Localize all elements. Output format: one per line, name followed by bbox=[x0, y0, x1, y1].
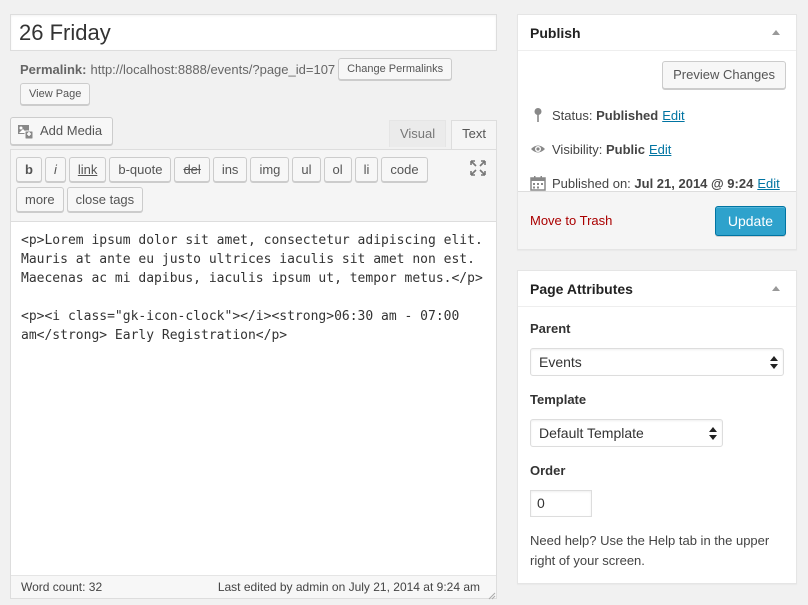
qt-ins-button[interactable]: ins bbox=[212, 157, 248, 182]
parent-select-value: Events bbox=[539, 354, 582, 370]
add-media-label: Add Media bbox=[40, 123, 103, 138]
qt-blockquote-button[interactable]: b-quote bbox=[109, 157, 172, 182]
qt-bold-button[interactable]: b bbox=[16, 157, 42, 182]
qt-code-button[interactable]: code bbox=[381, 157, 428, 182]
permalink-row: Permalink: http://localhost:8888/events/… bbox=[10, 57, 497, 81]
add-media-icon bbox=[17, 123, 35, 140]
update-button[interactable]: Update bbox=[714, 205, 786, 236]
change-permalinks-button[interactable]: Change Permalinks bbox=[338, 58, 453, 80]
tab-visual[interactable]: Visual bbox=[388, 120, 447, 147]
page-attributes-box: Page Attributes Parent Events Template D… bbox=[517, 270, 797, 584]
editor-status-bar: Word count: 32 Last edited by admin on J… bbox=[11, 575, 496, 598]
move-to-trash-link[interactable]: Move to Trash bbox=[530, 213, 612, 228]
permalink-url[interactable]: http://localhost:8888/events/?page_id=10… bbox=[90, 62, 335, 77]
qt-del-button[interactable]: del bbox=[174, 157, 210, 182]
sidebar: Publish Preview Changes Status: Publishe… bbox=[517, 14, 797, 584]
publish-box: Publish Preview Changes Status: Publishe… bbox=[517, 14, 797, 250]
select-arrows-icon bbox=[709, 427, 717, 440]
fullscreen-icon[interactable] bbox=[468, 158, 488, 178]
published-label: Published on: bbox=[552, 175, 631, 191]
editor-column: 26 Friday Permalink: http://localhost:88… bbox=[10, 14, 497, 600]
page-attributes-title: Page Attributes bbox=[530, 280, 633, 297]
text-editor: b i link b-quote del ins img ul ol li co… bbox=[10, 149, 497, 600]
template-select[interactable]: Default Template bbox=[530, 419, 723, 447]
add-media-button[interactable]: Add Media bbox=[10, 117, 114, 145]
qt-italic-button[interactable]: i bbox=[44, 157, 66, 182]
content-textarea[interactable]: <p>Lorem ipsum dolor sit amet, consectet… bbox=[11, 222, 496, 354]
qt-close-tags-button[interactable]: close tags bbox=[66, 187, 144, 212]
published-edit-link[interactable]: Edit bbox=[757, 176, 779, 191]
status-value: Published bbox=[596, 107, 659, 123]
tab-text[interactable]: Text bbox=[451, 120, 497, 149]
order-input[interactable]: 0 bbox=[530, 490, 592, 517]
qt-img-button[interactable]: img bbox=[250, 157, 290, 182]
publish-actions: Move to Trash Update bbox=[518, 191, 796, 249]
view-page-button[interactable]: View Page bbox=[20, 83, 91, 105]
visibility-edit-link[interactable]: Edit bbox=[649, 142, 671, 157]
resize-handle-icon[interactable] bbox=[486, 588, 496, 600]
collapse-arrow-icon[interactable] bbox=[772, 286, 780, 291]
publish-title: Publish bbox=[530, 24, 581, 41]
status-row: Status: Published Edit bbox=[530, 107, 685, 123]
visibility-label: Visibility: bbox=[552, 141, 603, 157]
post-title-input[interactable]: 26 Friday bbox=[10, 14, 497, 51]
status-label: Status: bbox=[552, 107, 593, 123]
qt-more-button[interactable]: more bbox=[16, 187, 64, 212]
published-on-row: Published on: Jul 21, 2014 @ 9:24 Edit bbox=[530, 175, 780, 191]
last-edited: Last edited by admin on July 21, 2014 at… bbox=[217, 580, 480, 594]
visibility-value: Public bbox=[605, 141, 645, 157]
editor-tabs: Visual Text bbox=[384, 120, 497, 149]
pin-icon bbox=[530, 107, 546, 123]
preview-changes-button[interactable]: Preview Changes bbox=[662, 61, 786, 89]
visibility-row: Visibility: Public Edit bbox=[530, 141, 671, 157]
template-label: Template bbox=[530, 392, 587, 407]
qt-li-button[interactable]: li bbox=[354, 157, 379, 182]
status-edit-link[interactable]: Edit bbox=[662, 108, 684, 123]
qt-ol-button[interactable]: ol bbox=[323, 157, 352, 182]
order-label: Order bbox=[530, 463, 566, 478]
select-arrows-icon bbox=[770, 356, 778, 369]
word-count: Word count: 32 bbox=[21, 580, 103, 594]
qt-ul-button[interactable]: ul bbox=[292, 157, 321, 182]
qt-link-button[interactable]: link bbox=[68, 157, 107, 182]
published-value: Jul 21, 2014 @ 9:24 bbox=[634, 175, 754, 191]
help-text: Need help? Use the Help tab in the upper… bbox=[530, 533, 770, 568]
calendar-icon bbox=[530, 175, 546, 191]
quicktags-toolbar: b i link b-quote del ins img ul ol li co… bbox=[11, 150, 496, 222]
template-select-value: Default Template bbox=[539, 425, 644, 441]
collapse-arrow-icon[interactable] bbox=[772, 30, 780, 35]
permalink-label: Permalink: bbox=[20, 61, 87, 77]
parent-select[interactable]: Events bbox=[530, 348, 784, 376]
eye-icon bbox=[530, 141, 546, 157]
parent-label: Parent bbox=[530, 321, 571, 336]
